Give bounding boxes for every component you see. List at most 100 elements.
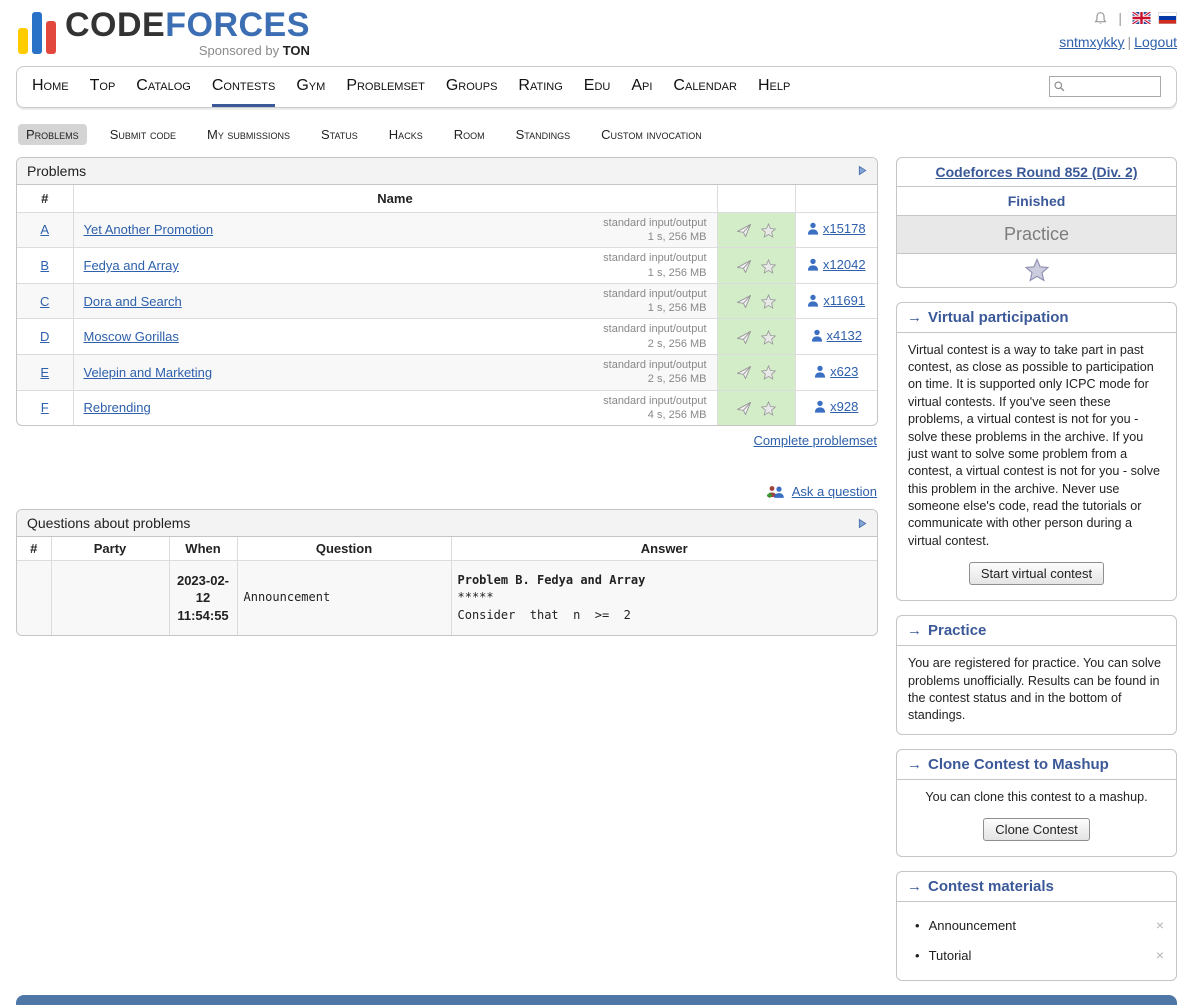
tab-custom-invocation[interactable]: Custom invocation — [593, 124, 710, 145]
favorite-star-icon[interactable] — [761, 330, 776, 345]
problem-name-link[interactable]: Velepin and Marketing — [84, 365, 213, 380]
nav-item-catalog[interactable]: Catalog — [136, 67, 191, 107]
tab-submit-code[interactable]: Submit code — [102, 124, 184, 145]
problem-letter-link[interactable]: E — [40, 365, 49, 380]
nav-item-api[interactable]: Api — [631, 67, 652, 107]
contest-info-box: Codeforces Round 852 (Div. 2) Finished P… — [896, 157, 1177, 288]
nav-item-calendar[interactable]: Calendar — [673, 67, 737, 107]
problem-name-link[interactable]: Rebrending — [84, 400, 151, 415]
column-header-name: Name — [73, 185, 717, 213]
favorite-star-icon[interactable] — [761, 294, 776, 309]
nav-item-problemset[interactable]: Problemset — [346, 67, 425, 107]
material-item-announcement: • Announcement × — [913, 910, 1166, 940]
clone-contest-button[interactable]: Clone Contest — [983, 818, 1089, 841]
contest-subnav: Problems Submit code My submissions Stat… — [16, 124, 1177, 145]
bullet-icon: • — [915, 918, 920, 933]
problem-name-link[interactable]: Moscow Gorillas — [84, 329, 179, 344]
submit-plane-icon[interactable] — [736, 223, 752, 238]
submit-plane-icon[interactable] — [736, 330, 752, 345]
arrow-icon: → — [907, 756, 922, 773]
announcement-link[interactable]: Announcement — [929, 918, 1016, 933]
problem-name-link[interactable]: Fedya and Array — [84, 258, 179, 273]
virtual-participation-box: → Virtual participation Virtual contest … — [896, 302, 1177, 602]
logout-link[interactable]: Logout — [1134, 34, 1177, 50]
problem-row-e: E Velepin and Marketing standard input/o… — [17, 355, 877, 391]
favorite-star-icon[interactable] — [761, 365, 776, 380]
favorite-star-icon[interactable] — [761, 259, 776, 274]
logo-forces: FORCES — [165, 6, 310, 44]
problem-letter-link[interactable]: C — [40, 294, 49, 309]
favorite-star-icon[interactable] — [1025, 258, 1049, 282]
tab-problems[interactable]: Problems — [18, 124, 87, 145]
tab-room[interactable]: Room — [446, 124, 493, 145]
column-header-number: # — [17, 185, 73, 213]
solved-count-link[interactable]: x11691 — [807, 293, 865, 308]
submit-plane-icon[interactable] — [736, 365, 752, 380]
problem-name-link[interactable]: Dora and Search — [84, 294, 182, 309]
tutorial-link[interactable]: Tutorial — [929, 948, 972, 963]
submit-plane-icon[interactable] — [736, 294, 752, 309]
submit-plane-icon[interactable] — [736, 259, 752, 274]
solved-count-link[interactable]: x928 — [814, 399, 858, 414]
username-link[interactable]: sntmxykky — [1059, 34, 1124, 50]
nav-item-home[interactable]: Home — [32, 67, 69, 107]
close-icon[interactable]: × — [1156, 917, 1164, 933]
header-icons-row: | — [1059, 10, 1177, 26]
nav-item-gym[interactable]: Gym — [296, 67, 325, 107]
tab-my-submissions[interactable]: My submissions — [199, 124, 298, 145]
solved-count-link[interactable]: x623 — [814, 364, 858, 379]
codeforces-logo[interactable]: CODEFORCES Sponsored by TON — [16, 8, 310, 58]
problem-letter-link[interactable]: F — [41, 400, 49, 415]
problem-row-d: D Moscow Gorillas standard input/output2… — [17, 319, 877, 355]
person-icon — [807, 222, 819, 235]
problem-row-f: F Rebrending standard input/output4 s, 2… — [17, 390, 877, 425]
start-virtual-contest-button[interactable]: Start virtual contest — [969, 562, 1104, 585]
nav-item-top[interactable]: Top — [90, 67, 116, 107]
virtual-participation-title: Virtual participation — [928, 309, 1069, 326]
nav-item-edu[interactable]: Edu — [584, 67, 611, 107]
submit-plane-icon[interactable] — [736, 401, 752, 416]
nav-item-groups[interactable]: Groups — [446, 67, 498, 107]
expand-arrow-icon[interactable] — [858, 165, 867, 176]
virtual-participation-caption: → Virtual participation — [897, 303, 1176, 333]
clone-mashup-box: → Clone Contest to Mashup You can clone … — [896, 749, 1177, 857]
nav-item-contests[interactable]: Contests — [212, 67, 276, 107]
solved-count-link[interactable]: x12042 — [807, 257, 866, 272]
tab-status[interactable]: Status — [313, 124, 366, 145]
flag-ru-icon[interactable] — [1158, 12, 1177, 24]
problem-name-link[interactable]: Yet Another Promotion — [84, 222, 214, 237]
page: CODEFORCES Sponsored by TON | — [0, 0, 1193, 1005]
favorite-star-icon[interactable] — [761, 223, 776, 238]
virtual-participation-text: Virtual contest is a way to take part in… — [908, 342, 1165, 551]
contest-status: Finished — [897, 187, 1176, 216]
problem-limits: standard input/output2 s, 256 MB — [603, 322, 706, 351]
favorite-star-icon[interactable] — [761, 401, 776, 416]
problem-limits: standard input/output1 s, 256 MB — [603, 287, 706, 316]
close-icon[interactable]: × — [1156, 947, 1164, 963]
solved-count-link[interactable]: x15178 — [807, 221, 866, 236]
questions-box: Questions about problems # Party When Qu… — [16, 509, 878, 636]
column-header-solved — [795, 185, 877, 213]
nav-item-help[interactable]: Help — [758, 67, 790, 107]
problem-limits: standard input/output1 s, 256 MB — [603, 251, 706, 280]
problem-letter-link[interactable]: B — [40, 258, 49, 273]
column-header-number: # — [17, 537, 51, 561]
flag-uk-icon[interactable] — [1132, 12, 1151, 24]
arrow-icon: → — [907, 622, 922, 639]
ask-question-link[interactable]: Ask a question — [792, 484, 877, 499]
contest-title-link[interactable]: Codeforces Round 852 (Div. 2) — [935, 164, 1137, 180]
tab-standings[interactable]: Standings — [508, 124, 579, 145]
tab-hacks[interactable]: Hacks — [381, 124, 431, 145]
problem-letter-link[interactable]: D — [40, 329, 49, 344]
problem-letter-link[interactable]: A — [40, 222, 49, 237]
bell-icon[interactable] — [1093, 11, 1108, 26]
column-header-actions — [717, 185, 795, 213]
nav-item-rating[interactable]: Rating — [518, 67, 562, 107]
expand-arrow-icon[interactable] — [858, 518, 867, 529]
footer-strip — [16, 995, 1177, 1005]
answer-body: Consider that n >= 2 — [458, 607, 872, 624]
practice-box: → Practice You are registered for practi… — [896, 615, 1177, 735]
solved-count-link[interactable]: x4132 — [811, 328, 862, 343]
complete-problemset-link[interactable]: Complete problemset — [753, 433, 877, 448]
contest-mode: Practice — [897, 216, 1176, 254]
